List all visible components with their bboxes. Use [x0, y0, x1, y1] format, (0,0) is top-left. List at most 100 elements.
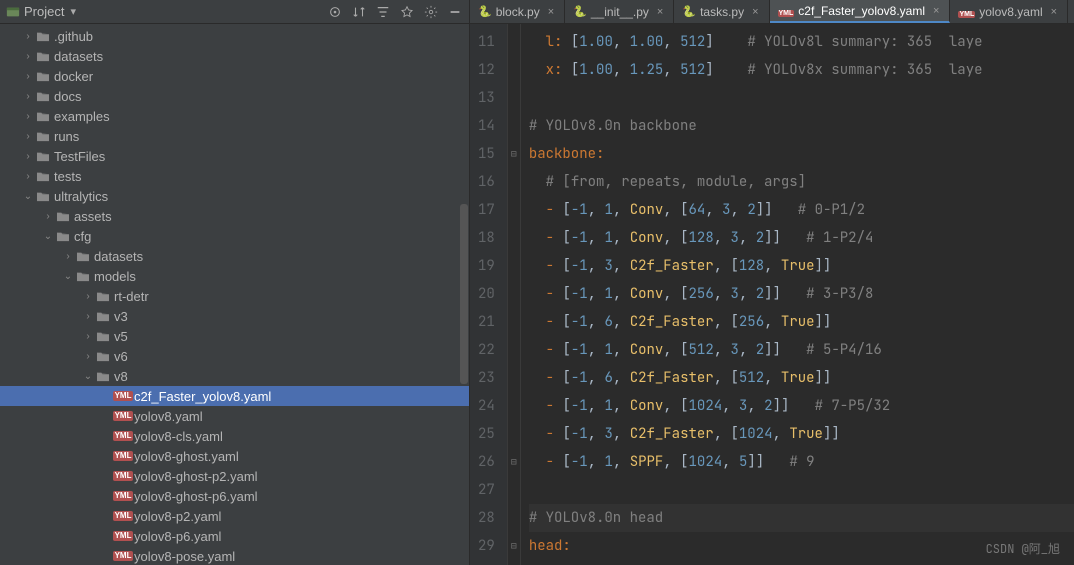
tree-folder[interactable]: ⌄ ultralytics: [0, 186, 469, 206]
tree-folder[interactable]: ›TestFiles: [0, 146, 469, 166]
close-icon[interactable]: ×: [544, 6, 554, 18]
code-line[interactable]: - [-1, 1, Conv, [512, 3, 2]] # 5-P4/16: [529, 336, 1074, 364]
fold-marker[interactable]: ⊟: [508, 448, 520, 476]
expand-arrow-icon[interactable]: ›: [82, 311, 94, 322]
code-line[interactable]: - [-1, 3, C2f_Faster, [128, True]]: [529, 252, 1074, 280]
code-line[interactable]: [529, 476, 1074, 504]
expand-arrow-icon[interactable]: ›: [22, 31, 34, 42]
line-number: 25: [478, 420, 495, 448]
tab-label: tasks.py: [700, 5, 744, 19]
line-number: 12: [478, 56, 495, 84]
expand-arrow-icon[interactable]: ›: [42, 211, 54, 222]
chevron-down-icon[interactable]: ▾: [68, 5, 76, 18]
sort-icon[interactable]: [351, 4, 367, 20]
sidebar-header: Project ▾: [0, 0, 469, 24]
minimize-icon[interactable]: [447, 4, 463, 20]
tree-file[interactable]: YMLyolov8-ghost-p2.yaml: [0, 466, 469, 486]
expand-arrow-icon[interactable]: ⌄: [42, 231, 54, 242]
expand-arrow-icon[interactable]: ›: [82, 291, 94, 302]
tree-file[interactable]: YMLyolov8-p6.yaml: [0, 526, 469, 546]
tree-folder[interactable]: ›tests: [0, 166, 469, 186]
expand-arrow-icon[interactable]: ›: [22, 91, 34, 102]
tree-folder[interactable]: ›rt-detr: [0, 286, 469, 306]
tree-folder[interactable]: ›v6: [0, 346, 469, 366]
expand-arrow-icon[interactable]: ›: [22, 111, 34, 122]
editor-tab[interactable]: YMLyolov8.yaml×: [950, 0, 1068, 23]
close-icon[interactable]: ×: [1047, 6, 1057, 18]
code-line[interactable]: - [-1, 3, C2f_Faster, [1024, True]]: [529, 420, 1074, 448]
tree-file[interactable]: YMLc2f_Faster_yolov8.yaml: [0, 386, 469, 406]
code-line[interactable]: - [-1, 6, C2f_Faster, [512, True]]: [529, 364, 1074, 392]
editor-tab[interactable]: 🐍tasks.py×: [674, 0, 769, 23]
filter-icon[interactable]: [375, 4, 391, 20]
tree-folder[interactable]: ⌄models: [0, 266, 469, 286]
expand-arrow-icon[interactable]: ⌄: [82, 371, 94, 382]
code-line[interactable]: - [-1, 1, Conv, [64, 3, 2]] # 0-P1/2: [529, 196, 1074, 224]
tree-folder[interactable]: ⌄cfg: [0, 226, 469, 246]
code-line[interactable]: - [-1, 1, SPPF, [1024, 5]] # 9: [529, 448, 1074, 476]
code-line[interactable]: - [-1, 1, Conv, [1024, 3, 2]] # 7-P5/32: [529, 392, 1074, 420]
tree-folder[interactable]: ›.github: [0, 26, 469, 46]
expand-arrow-icon[interactable]: ›: [22, 131, 34, 142]
tree-folder[interactable]: ›assets: [0, 206, 469, 226]
fold-column[interactable]: ⊟ ⊟ ⊟: [507, 24, 521, 565]
target-icon[interactable]: [327, 4, 343, 20]
tree-folder[interactable]: ›runs: [0, 126, 469, 146]
tree-file[interactable]: YMLyolov8-cls.yaml: [0, 426, 469, 446]
tree-folder[interactable]: ›docker: [0, 66, 469, 86]
expand-arrow-icon[interactable]: ›: [22, 151, 34, 162]
tree-file[interactable]: YMLyolov8-ghost.yaml: [0, 446, 469, 466]
close-icon[interactable]: ×: [748, 6, 758, 18]
close-icon[interactable]: ×: [929, 5, 939, 17]
code-line[interactable]: # YOLOv8.0n backbone: [529, 112, 1074, 140]
gear-icon[interactable]: [423, 4, 439, 20]
tree-file[interactable]: YMLyolov8-ghost-p6.yaml: [0, 486, 469, 506]
expand-arrow-icon[interactable]: ›: [62, 251, 74, 262]
expand-arrow-icon[interactable]: ⌄: [62, 271, 74, 282]
expand-arrow-icon[interactable]: ›: [22, 171, 34, 182]
code-line[interactable]: - [-1, 1, Conv, [256, 3, 2]] # 3-P3/8: [529, 280, 1074, 308]
tree-folder[interactable]: ›examples: [0, 106, 469, 126]
editor-tab[interactable]: 🐍__init__.py×: [565, 0, 674, 23]
code-line[interactable]: - [-1, 1, Conv, [128, 3, 2]] # 1-P2/4: [529, 224, 1074, 252]
code-line[interactable]: l: [1.00, 1.00, 512] # YOLOv8l summary: …: [529, 28, 1074, 56]
fold-marker[interactable]: ⊟: [508, 140, 520, 168]
code-line[interactable]: # [from, repeats, module, args]: [529, 168, 1074, 196]
tree-file[interactable]: YMLyolov8.yaml: [0, 406, 469, 426]
fold-marker[interactable]: ⊟: [508, 532, 520, 560]
expand-arrow-icon[interactable]: ⌄: [22, 191, 34, 202]
scrollbar-thumb[interactable]: [460, 204, 468, 384]
close-icon[interactable]: ×: [653, 6, 663, 18]
yaml-file-icon: YML: [114, 551, 132, 561]
code-line[interactable]: x: [1.00, 1.25, 512] # YOLOv8x summary: …: [529, 56, 1074, 84]
tree-item-label: ultralytics: [52, 189, 108, 204]
code-line[interactable]: [529, 84, 1074, 112]
editor-tab[interactable]: YMLc2f_Faster_yolov8.yaml×: [770, 0, 951, 23]
code-line[interactable]: backbone:: [529, 140, 1074, 168]
tree-folder[interactable]: ›v5: [0, 326, 469, 346]
expand-arrow-icon[interactable]: ›: [82, 351, 94, 362]
project-tree[interactable]: ›.github›datasets›docker›docs›examples›r…: [0, 24, 469, 565]
tree-folder[interactable]: ›docs: [0, 86, 469, 106]
project-title-area[interactable]: Project ▾: [6, 4, 327, 19]
tree-folder[interactable]: ⌄v8: [0, 366, 469, 386]
code-content[interactable]: l: [1.00, 1.00, 512] # YOLOv8l summary: …: [521, 24, 1074, 565]
tree-file[interactable]: YMLyolov8-pose.yaml: [0, 546, 469, 565]
line-number: 26: [478, 448, 495, 476]
star-icon[interactable]: [399, 4, 415, 20]
yaml-file-icon: YML: [114, 431, 132, 441]
code-area[interactable]: 11121314151617181920212223242526272829 ⊟…: [470, 24, 1074, 565]
code-line[interactable]: - [-1, 6, C2f_Faster, [256, True]]: [529, 308, 1074, 336]
yaml-file-icon: YML: [114, 511, 132, 521]
tree-folder[interactable]: ›datasets: [0, 46, 469, 66]
code-line[interactable]: # YOLOv8.0n head: [529, 504, 1074, 532]
expand-arrow-icon[interactable]: ›: [82, 331, 94, 342]
editor-tab[interactable]: 🐍block.py×: [470, 0, 565, 23]
tree-folder[interactable]: ›datasets: [0, 246, 469, 266]
expand-arrow-icon[interactable]: ›: [22, 51, 34, 62]
tree-folder[interactable]: ›v3: [0, 306, 469, 326]
line-gutter: 11121314151617181920212223242526272829: [470, 24, 507, 565]
tree-file[interactable]: YMLyolov8-p2.yaml: [0, 506, 469, 526]
sidebar-scrollbar[interactable]: [459, 24, 469, 565]
expand-arrow-icon[interactable]: ›: [22, 71, 34, 82]
